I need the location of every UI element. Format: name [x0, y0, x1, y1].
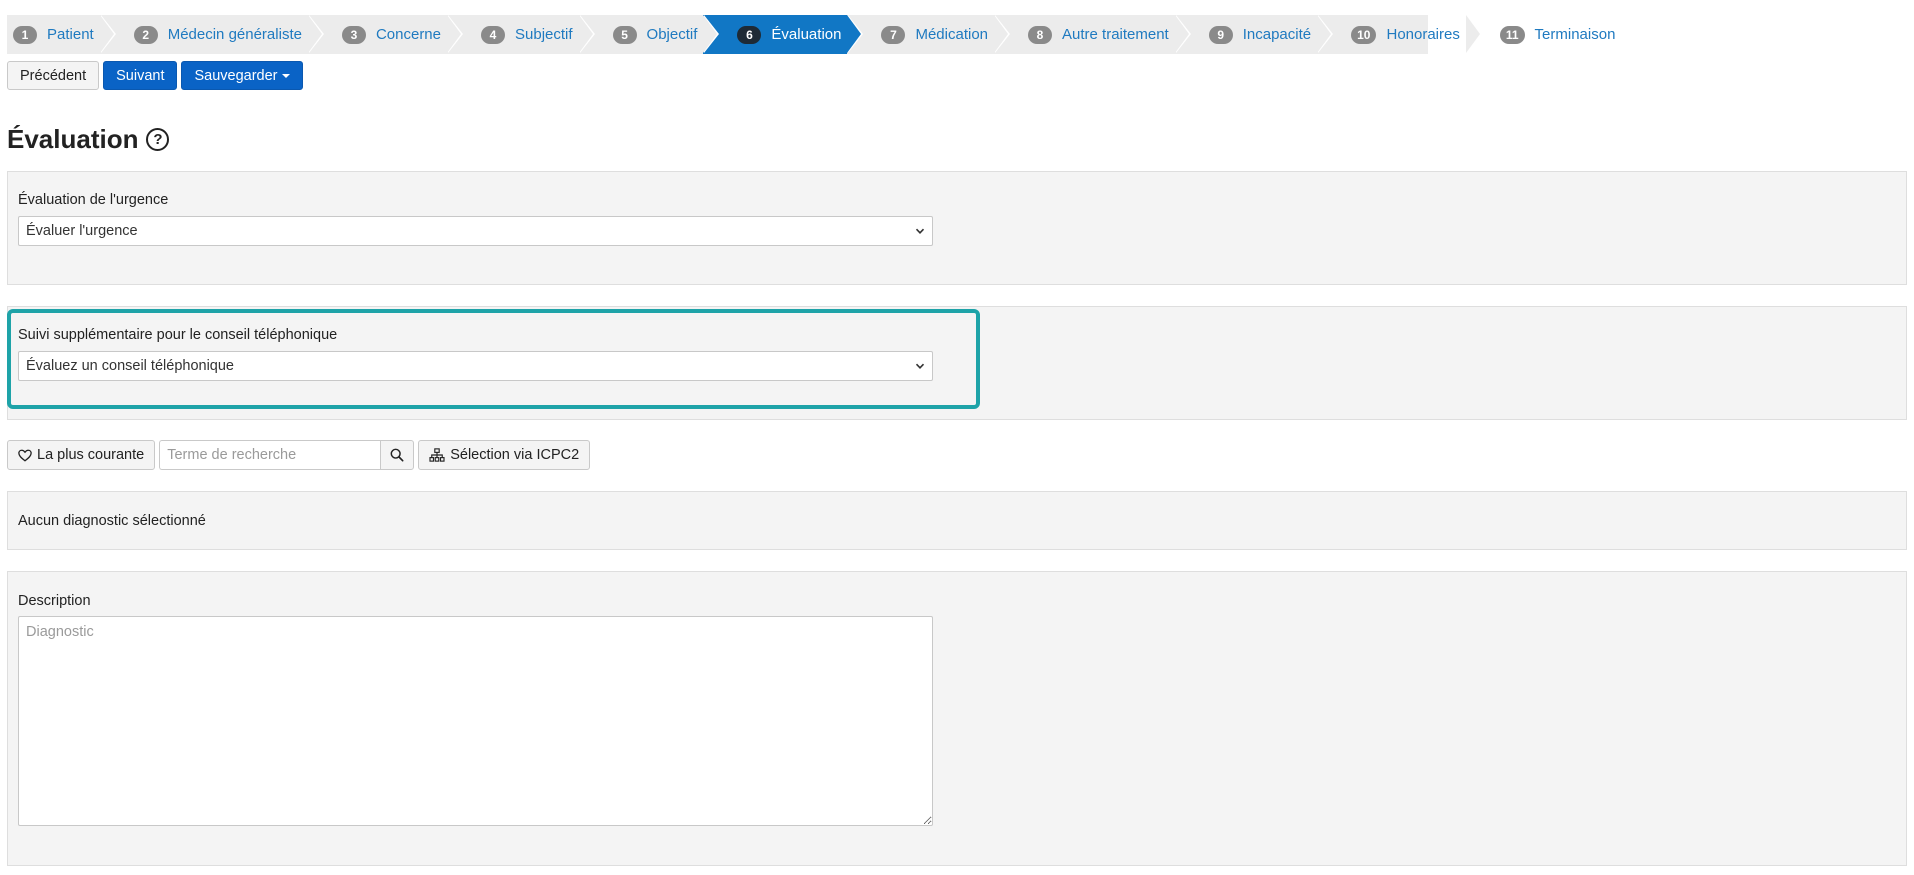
- description-label: Description: [18, 593, 91, 609]
- step-number: 8: [1028, 25, 1053, 44]
- wizard-steps: 1 Patient 2 Médecin généraliste 3 Concerne …: [7, 15, 1615, 54]
- icpc2-selection-label: Sélection via ICPC2: [450, 447, 580, 463]
- step-label: Incapacité: [1242, 26, 1312, 43]
- description-textarea[interactable]: [18, 616, 933, 826]
- step-number: 1: [13, 25, 37, 44]
- nav-buttons: Précédent Suivant Sauvegarder: [7, 61, 303, 90]
- help-icon[interactable]: ?: [146, 128, 170, 151]
- step-honoraires[interactable]: 10 Honoraires: [1317, 15, 1482, 54]
- step-label: Concerne: [375, 26, 441, 43]
- step-label: Honoraires: [1386, 26, 1460, 43]
- diagnosis-search-toolbar: La plus courante Sélection via ICPC2: [7, 440, 591, 470]
- most-common-button[interactable]: La plus courante: [7, 440, 156, 470]
- step-patient[interactable]: 1 Patient: [7, 15, 116, 54]
- search-icon: [390, 448, 404, 462]
- step-medecin-generaliste[interactable]: 2 Médecin généraliste: [100, 15, 325, 54]
- step-number: 3: [341, 25, 366, 44]
- step-number: 2: [133, 25, 158, 44]
- icpc2-selection-button[interactable]: Sélection via ICPC2: [418, 440, 591, 470]
- step-number: 11: [1499, 25, 1525, 44]
- step-label: Subjectif: [515, 26, 573, 43]
- focus-highlight: [7, 309, 980, 409]
- step-terminaison[interactable]: 11 Terminaison: [1466, 15, 1622, 54]
- step-autre-traitement[interactable]: 8 Autre traitement: [994, 15, 1191, 54]
- step-number: 6: [737, 25, 762, 44]
- previous-button[interactable]: Précédent: [7, 61, 100, 90]
- step-label: Terminaison: [1534, 26, 1616, 43]
- step-objectif[interactable]: 5 Objectif: [579, 15, 720, 54]
- step-evaluation[interactable]: 6 Évaluation: [703, 15, 864, 54]
- step-label: Patient: [47, 26, 94, 43]
- step-number: 7: [881, 25, 906, 44]
- step-subjectif[interactable]: 4 Subjectif: [447, 15, 595, 54]
- save-dropdown-button[interactable]: Sauvegarder: [181, 61, 303, 90]
- urgency-label: Évaluation de l'urgence: [18, 192, 169, 208]
- step-number: 4: [481, 25, 505, 44]
- selected-diagnosis-panel: Aucun diagnostic sélectionné: [7, 491, 1907, 550]
- save-label: Sauvegarder: [194, 67, 278, 84]
- step-label: Évaluation: [771, 26, 842, 43]
- step-concerne[interactable]: 3 Concerne: [308, 15, 464, 54]
- no-diagnosis-text: Aucun diagnostic sélectionné: [18, 513, 206, 529]
- heart-icon: [18, 449, 32, 462]
- caret-down-icon: [281, 73, 290, 78]
- chevron-down-icon: [915, 228, 925, 234]
- step-label: Médecin généraliste: [167, 26, 302, 43]
- step-label: Objectif: [646, 26, 698, 43]
- description-panel: Description: [7, 571, 1907, 866]
- search-input[interactable]: [159, 440, 381, 470]
- step-number: 9: [1208, 25, 1233, 44]
- next-button[interactable]: Suivant: [103, 61, 178, 90]
- page-title: Évaluation ?: [7, 124, 170, 155]
- search-button[interactable]: [380, 440, 415, 470]
- step-label: Médication: [915, 26, 989, 43]
- step-number: 5: [612, 25, 637, 44]
- step-number: 10: [1351, 25, 1377, 44]
- most-common-label: La plus courante: [37, 447, 145, 463]
- page-title-text: Évaluation: [7, 124, 139, 154]
- urgency-panel: Évaluation de l'urgence Évaluer l'urgenc…: [7, 171, 1907, 285]
- urgency-select[interactable]: Évaluer l'urgence: [18, 216, 933, 246]
- urgency-selected: Évaluer l'urgence: [26, 223, 138, 239]
- step-label: Autre traitement: [1062, 26, 1169, 43]
- step-incapacite[interactable]: 9 Incapacité: [1175, 15, 1334, 54]
- sitemap-icon: [429, 448, 445, 462]
- step-medication[interactable]: 7 Médication: [847, 15, 1010, 54]
